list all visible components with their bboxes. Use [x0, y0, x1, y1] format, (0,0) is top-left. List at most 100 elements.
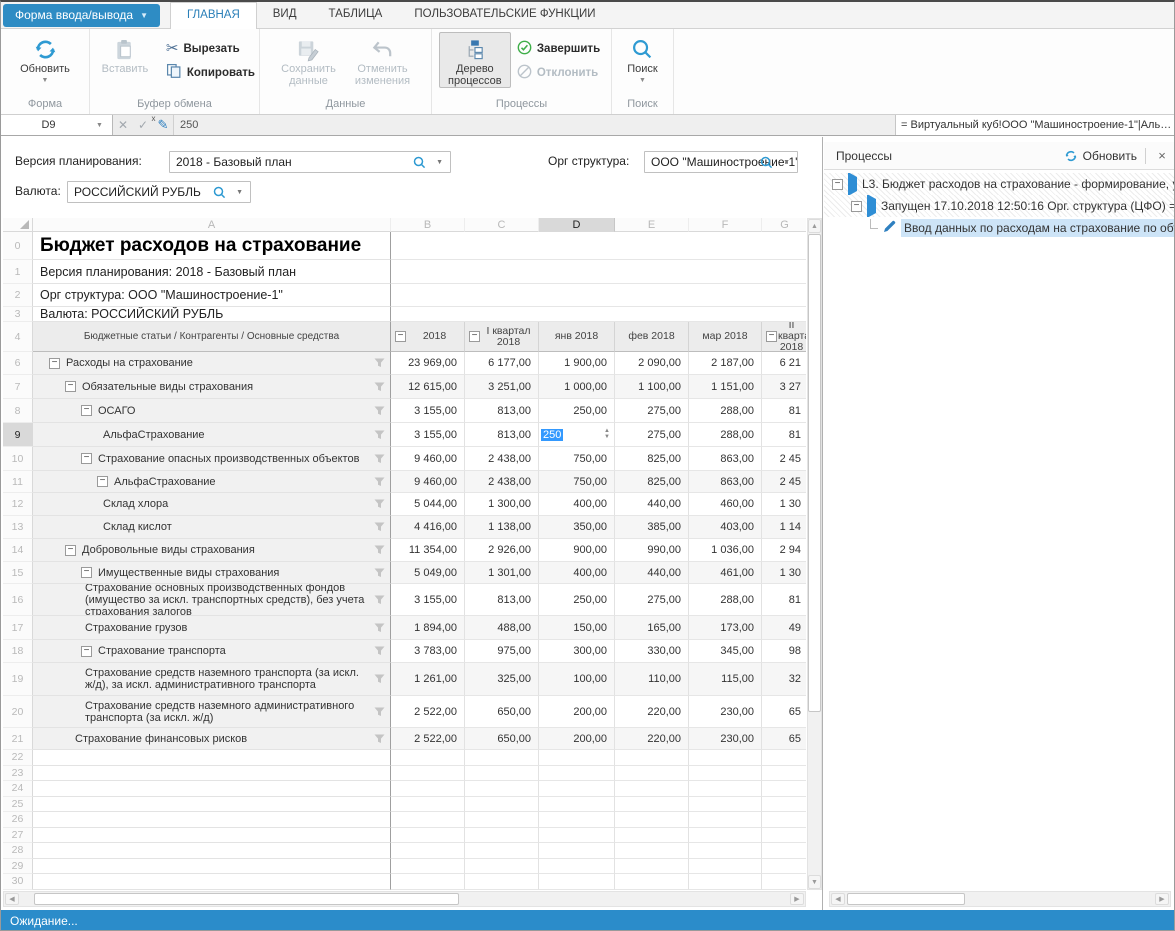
cell[interactable]	[762, 828, 806, 844]
collapse-icon[interactable]: −	[81, 567, 92, 578]
cell[interactable]: 100,00	[539, 663, 615, 696]
cell[interactable]: 863,00	[689, 471, 762, 493]
cell[interactable]	[689, 812, 762, 828]
filter-icon[interactable]	[374, 707, 385, 720]
cell[interactable]: 300,00	[539, 640, 615, 663]
cell[interactable]: 2 438,00	[465, 471, 539, 493]
row-label-cell[interactable]: −Обязательные виды страхования	[33, 375, 391, 399]
column-header-E[interactable]: E	[615, 218, 689, 232]
cell[interactable]: 173,00	[689, 616, 762, 640]
cell[interactable]: 813,00	[465, 423, 539, 447]
cell[interactable]: 230,00	[689, 696, 762, 728]
cell[interactable]	[689, 874, 762, 890]
chevron-down-icon[interactable]: ▼	[783, 159, 790, 166]
cell[interactable]	[615, 859, 689, 875]
row-header[interactable]: 18	[3, 640, 33, 663]
row-header[interactable]: 20	[3, 696, 33, 728]
cell[interactable]: 3 155,00	[391, 584, 465, 616]
cell[interactable]	[689, 843, 762, 859]
row-label-cell[interactable]: Страхование основных производственных фо…	[33, 584, 391, 616]
collapse-icon[interactable]: −	[81, 646, 92, 657]
cell[interactable]	[391, 781, 465, 797]
cell[interactable]: 275,00	[615, 584, 689, 616]
cell[interactable]: 6 177,00	[465, 352, 539, 375]
cell[interactable]	[762, 859, 806, 875]
row-label-cell[interactable]	[33, 797, 391, 813]
row-header[interactable]: 16	[3, 584, 33, 616]
column-header-B[interactable]: B	[391, 218, 465, 232]
row-label-cell[interactable]: −Расходы на страхование	[33, 352, 391, 375]
cell[interactable]	[391, 232, 806, 260]
search-icon[interactable]	[213, 186, 226, 202]
cell[interactable]: 1 301,00	[465, 562, 539, 584]
row-header[interactable]: 19	[3, 663, 33, 696]
vertical-scrollbar[interactable]: ▲ ▼	[807, 218, 822, 890]
cell[interactable]: 32	[762, 663, 806, 696]
cell[interactable]: 220,00	[615, 728, 689, 750]
cell[interactable]: 288,00	[689, 423, 762, 447]
row-label-cell[interactable]	[33, 828, 391, 844]
cell[interactable]	[762, 766, 806, 782]
cell[interactable]	[465, 797, 539, 813]
column-header-G[interactable]: G	[762, 218, 806, 232]
cell[interactable]: 400,00	[539, 493, 615, 516]
cell[interactable]: 400,00	[539, 562, 615, 584]
row-label-cell[interactable]: −АльфаСтрахование	[33, 471, 391, 493]
cell[interactable]	[762, 843, 806, 859]
row-label-cell[interactable]	[33, 874, 391, 890]
cell[interactable]: 460,00	[689, 493, 762, 516]
cell[interactable]: 3 155,00	[391, 399, 465, 423]
row-header[interactable]: 14	[3, 539, 33, 562]
cell[interactable]: 9 460,00	[391, 447, 465, 471]
row-header[interactable]: 10	[3, 447, 33, 471]
filter-icon[interactable]	[374, 522, 385, 535]
cut-button[interactable]: ✂Вырезать	[162, 38, 259, 59]
cell[interactable]	[465, 766, 539, 782]
currency-filter-combo[interactable]: РОССИЙСКИЙ РУБЛЬ ▼	[67, 181, 251, 203]
horizontal-scrollbar[interactable]: ◀ ▶	[3, 891, 806, 907]
cell[interactable]	[465, 828, 539, 844]
cell[interactable]	[615, 843, 689, 859]
cell[interactable]: 1 30	[762, 493, 806, 516]
cell[interactable]: 250,00	[539, 399, 615, 423]
filter-icon[interactable]	[374, 406, 385, 419]
row-label-cell[interactable]: Склад хлора	[33, 493, 391, 516]
paste-button[interactable]: Вставить	[90, 32, 160, 76]
cell-editor[interactable]: 250▲▼	[539, 423, 614, 446]
filter-icon[interactable]	[374, 477, 385, 490]
column-header-D[interactable]: D	[539, 218, 615, 232]
collapse-icon[interactable]: −	[395, 331, 406, 342]
search-button[interactable]: Поиск▼	[612, 32, 673, 85]
cell[interactable]: 200,00	[539, 728, 615, 750]
reject-button[interactable]: Отклонить	[513, 62, 604, 83]
period-header-cell[interactable]: янв 2018	[539, 322, 615, 352]
cell[interactable]: 4 416,00	[391, 516, 465, 539]
row-header[interactable]: 2	[3, 284, 33, 307]
cell[interactable]	[391, 874, 465, 890]
cell[interactable]: 2 090,00	[615, 352, 689, 375]
row-header[interactable]: 3	[3, 307, 33, 322]
cell[interactable]: 81	[762, 423, 806, 447]
scroll-right-arrow-icon[interactable]: ▶	[790, 893, 804, 905]
tab-1[interactable]: ВИД	[257, 2, 313, 28]
filter-icon[interactable]	[374, 454, 385, 467]
cell[interactable]	[539, 750, 615, 766]
cell[interactable]: 3 251,00	[465, 375, 539, 399]
cell[interactable]: 200,00	[539, 696, 615, 728]
cell[interactable]	[391, 812, 465, 828]
copy-button[interactable]: Копировать	[162, 62, 259, 83]
collapse-icon[interactable]: −	[97, 476, 108, 487]
process-tree-item-1[interactable]: −Запущен 17.10.2018 12:50:16 Орг. структ…	[824, 195, 1175, 217]
cell[interactable]: 488,00	[465, 616, 539, 640]
cell[interactable]	[615, 828, 689, 844]
cell[interactable]	[689, 859, 762, 875]
filter-icon[interactable]	[374, 358, 385, 371]
collapse-icon[interactable]: −	[49, 358, 60, 369]
column-header-C[interactable]: C	[465, 218, 539, 232]
row-header[interactable]: 4	[3, 322, 33, 352]
filter-icon[interactable]	[374, 623, 385, 636]
chevron-down-icon[interactable]: ▼	[236, 189, 243, 196]
cell[interactable]: 1 894,00	[391, 616, 465, 640]
filter-icon[interactable]	[374, 734, 385, 747]
row-header[interactable]: 1	[3, 260, 33, 284]
